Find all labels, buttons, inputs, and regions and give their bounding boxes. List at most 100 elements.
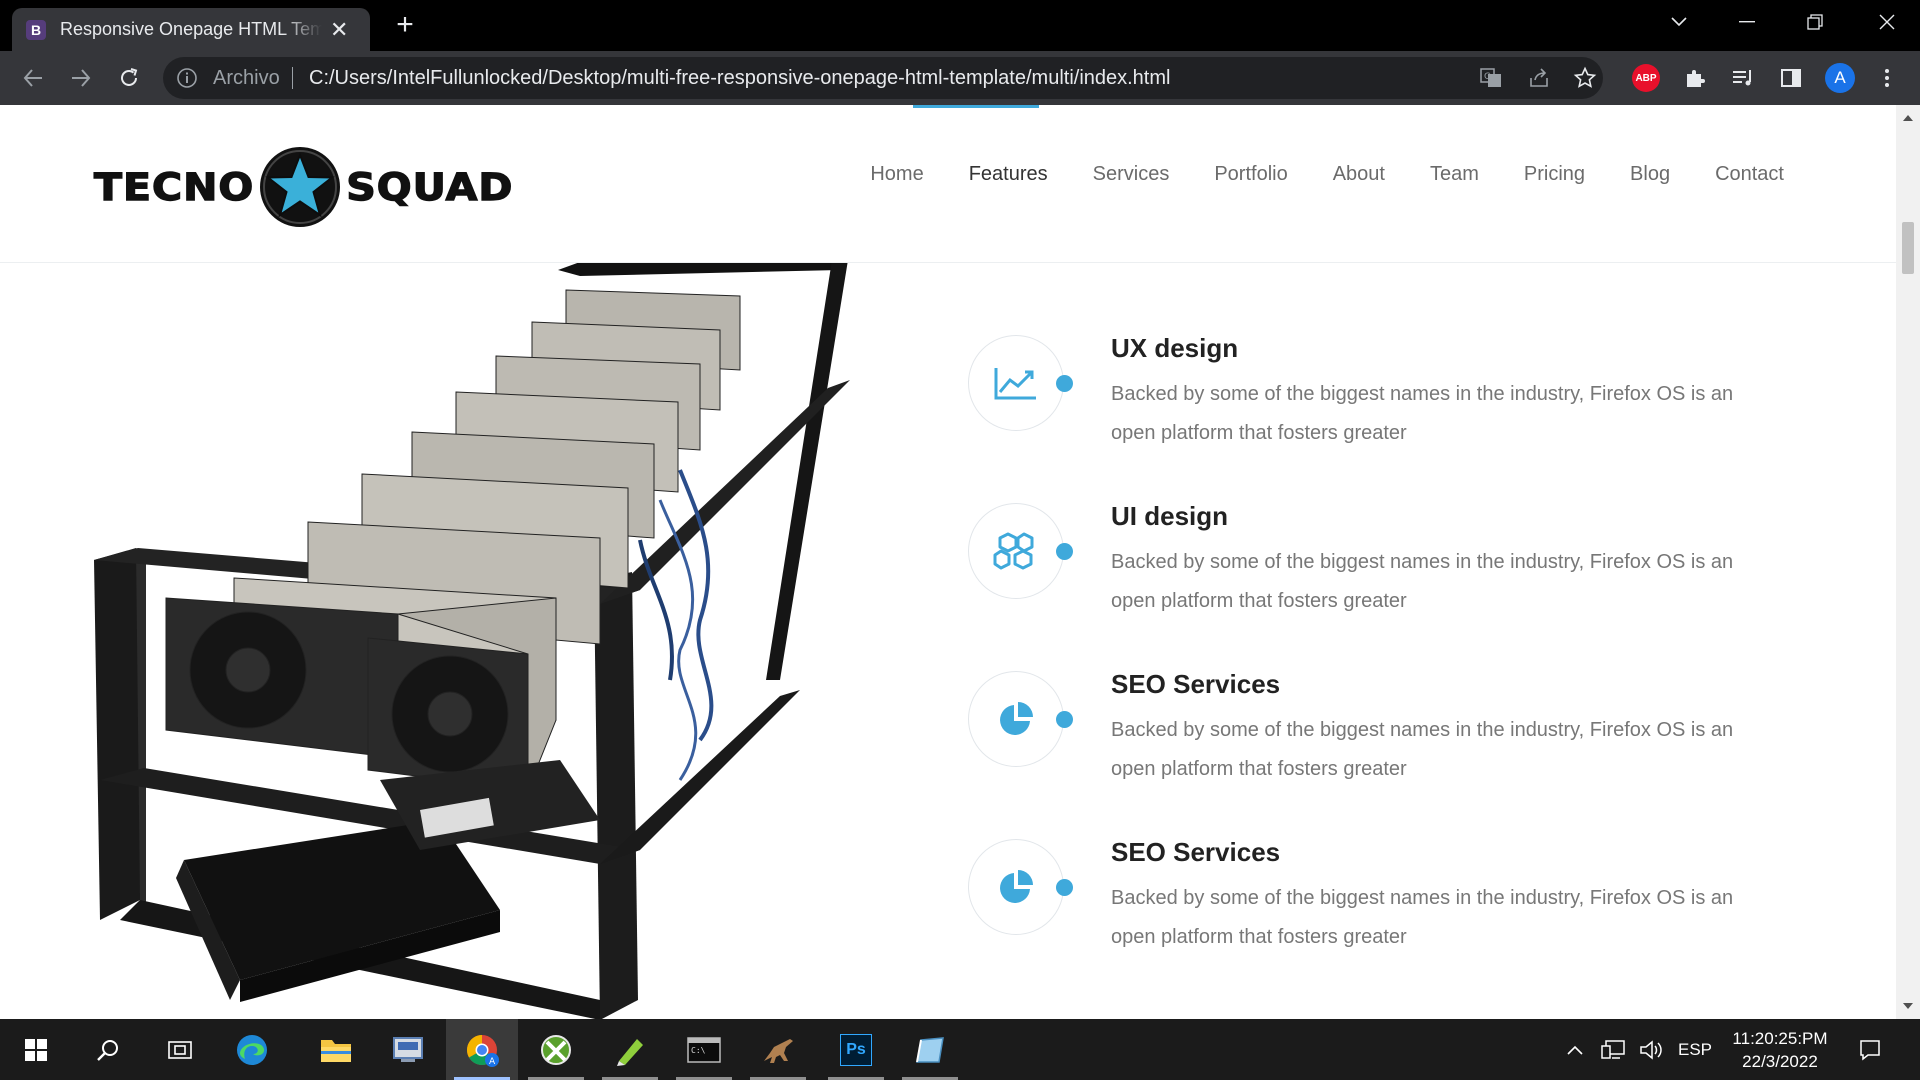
site-header: TECNO SQUAD Home Features Services Portf… bbox=[0, 105, 1896, 263]
nav-item-pricing[interactable]: Pricing bbox=[1524, 163, 1585, 186]
feature-description: Backed by some of the biggest names in t… bbox=[1111, 719, 1734, 780]
kebab-menu-icon[interactable] bbox=[1872, 63, 1902, 93]
cubes-icon bbox=[993, 532, 1034, 570]
profile-avatar[interactable]: A bbox=[1825, 63, 1855, 93]
nav-item-services[interactable]: Services bbox=[1093, 163, 1170, 186]
nav-item-portfolio[interactable]: Portfolio bbox=[1214, 163, 1287, 186]
feature-description: Backed by some of the biggest names in t… bbox=[1111, 887, 1734, 948]
adblock-plus-icon[interactable]: ABP bbox=[1632, 64, 1660, 92]
extensions-puzzle-icon[interactable] bbox=[1680, 63, 1710, 93]
star-logo-icon bbox=[260, 147, 341, 227]
logo-text-right: SQUAD bbox=[345, 164, 514, 210]
nav-item-about[interactable]: About bbox=[1333, 163, 1385, 186]
logo-text-left: TECNO bbox=[93, 164, 255, 210]
feature-title: SEO Services bbox=[1111, 837, 1281, 867]
search-icon[interactable] bbox=[72, 1019, 144, 1080]
back-icon[interactable] bbox=[18, 63, 48, 93]
feature-title: UI design bbox=[1111, 501, 1229, 531]
volume-icon[interactable] bbox=[1634, 1019, 1668, 1080]
clock-date: 22/3/2022 bbox=[1742, 1052, 1818, 1071]
address-scheme: Archivo bbox=[213, 67, 280, 89]
page-scrollbar[interactable] bbox=[1896, 105, 1920, 1019]
clock-time: 11:20:25:PM bbox=[1732, 1029, 1828, 1048]
xbox-app-icon[interactable] bbox=[520, 1019, 592, 1080]
address-separator bbox=[292, 67, 293, 89]
feature-dot bbox=[1056, 375, 1073, 392]
scroll-up-arrow-icon[interactable] bbox=[1903, 115, 1913, 121]
svg-text:G: G bbox=[1484, 72, 1491, 82]
nav-item-team[interactable]: Team bbox=[1430, 163, 1479, 186]
network-icon[interactable] bbox=[1596, 1019, 1630, 1080]
task-view-icon[interactable] bbox=[144, 1019, 216, 1080]
bootstrap-favicon-icon: B bbox=[26, 19, 46, 40]
feature-item: UX design Backed by some of the biggest … bbox=[968, 333, 1768, 503]
system-clock[interactable]: 11:20:25:PM 22/3/2022 bbox=[1720, 1027, 1840, 1073]
gpu-cards bbox=[165, 289, 741, 791]
feature-dot bbox=[1056, 543, 1073, 560]
forward-icon[interactable] bbox=[66, 63, 96, 93]
scroll-down-arrow-icon[interactable] bbox=[1903, 1003, 1913, 1009]
address-url[interactable]: C:/Users/IntelFullunlocked/Desktop/multi… bbox=[309, 67, 1170, 90]
feature-icon-circle bbox=[968, 839, 1064, 935]
show-hidden-icons-chevron-icon[interactable] bbox=[1560, 1019, 1590, 1080]
address-bar[interactable]: Archivo C:/Users/IntelFullunlocked/Deskt… bbox=[163, 57, 1603, 99]
feature-item: SEO Services Backed by some of the bigge… bbox=[968, 669, 1768, 839]
app-icon[interactable] bbox=[372, 1019, 444, 1080]
feature-icon-circle bbox=[968, 335, 1064, 431]
media-playlist-icon[interactable] bbox=[1728, 63, 1758, 93]
nav-item-blog[interactable]: Blog bbox=[1630, 163, 1670, 186]
line-chart-icon bbox=[994, 368, 1036, 400]
feature-icon-circle bbox=[968, 671, 1064, 767]
svg-text:C:\: C:\ bbox=[691, 1046, 706, 1055]
close-window-icon[interactable] bbox=[1858, 0, 1916, 44]
new-tab-button[interactable]: + bbox=[390, 8, 420, 42]
notifications-icon[interactable] bbox=[1850, 1019, 1890, 1080]
notepad-app-icon[interactable] bbox=[594, 1019, 666, 1080]
nav-item-contact[interactable]: Contact bbox=[1715, 163, 1784, 186]
feature-item: UI design Backed by some of the biggest … bbox=[968, 501, 1768, 671]
nav-item-features[interactable]: Features bbox=[969, 163, 1048, 186]
feature-dot bbox=[1056, 879, 1073, 896]
feature-description: Backed by some of the biggest names in t… bbox=[1111, 551, 1734, 612]
tab-search-icon[interactable] bbox=[1650, 0, 1708, 44]
browser-tab-strip: B Responsive Onepage HTML Template ✕ + bbox=[0, 0, 1920, 51]
gpu-mining-rig-image bbox=[94, 260, 850, 1019]
feature-title: UX design bbox=[1111, 333, 1239, 363]
feature-dot bbox=[1056, 711, 1073, 728]
edge-icon[interactable] bbox=[216, 1019, 288, 1080]
site-info-icon[interactable] bbox=[175, 66, 199, 95]
active-nav-indicator bbox=[913, 105, 1039, 108]
site-logo[interactable]: TECNO SQUAD bbox=[93, 145, 514, 229]
reload-icon[interactable] bbox=[114, 63, 144, 93]
feature-icon-circle bbox=[968, 503, 1064, 599]
pie-chart-icon bbox=[1000, 870, 1033, 903]
app-icon[interactable] bbox=[894, 1019, 966, 1080]
translate-icon[interactable]: G bbox=[1479, 66, 1503, 95]
windows-taskbar: A C:\ Ps ESP 11:20:25:PM 22/3/2022 bbox=[0, 1019, 1920, 1080]
language-indicator[interactable]: ESP bbox=[1672, 1019, 1718, 1080]
minimize-icon[interactable] bbox=[1718, 0, 1776, 44]
file-explorer-icon[interactable] bbox=[300, 1019, 372, 1080]
feature-item: SEO Services Backed by some of the bigge… bbox=[968, 837, 1768, 1007]
photoshop-icon[interactable]: Ps bbox=[820, 1019, 892, 1080]
page-viewport: TECNO SQUAD Home Features Services Portf… bbox=[0, 105, 1896, 1019]
feature-title: SEO Services bbox=[1111, 669, 1281, 699]
share-icon[interactable] bbox=[1527, 66, 1551, 95]
restore-icon[interactable] bbox=[1786, 0, 1844, 44]
start-icon[interactable] bbox=[0, 1019, 72, 1080]
browser-tab[interactable]: B Responsive Onepage HTML Template ✕ bbox=[12, 8, 370, 51]
scrollbar-thumb[interactable] bbox=[1902, 222, 1914, 274]
nav-item-home[interactable]: Home bbox=[870, 163, 923, 186]
tab-title: Responsive Onepage HTML Template bbox=[60, 19, 322, 39]
feature-description: Backed by some of the biggest names in t… bbox=[1111, 383, 1734, 444]
close-tab-icon[interactable]: ✕ bbox=[330, 18, 348, 41]
svg-text:A: A bbox=[489, 1057, 496, 1067]
bookmark-star-icon[interactable] bbox=[1573, 66, 1597, 95]
terminal-icon[interactable]: C:\ bbox=[668, 1019, 740, 1080]
chrome-icon[interactable]: A bbox=[446, 1019, 518, 1080]
pie-chart-icon bbox=[1000, 702, 1033, 735]
side-panel-icon[interactable] bbox=[1776, 63, 1806, 93]
browser-toolbar: Archivo C:/Users/IntelFullunlocked/Deskt… bbox=[0, 51, 1920, 105]
main-nav: Home Features Services Portfolio About T… bbox=[825, 163, 1784, 186]
dino-app-icon[interactable] bbox=[742, 1019, 814, 1080]
